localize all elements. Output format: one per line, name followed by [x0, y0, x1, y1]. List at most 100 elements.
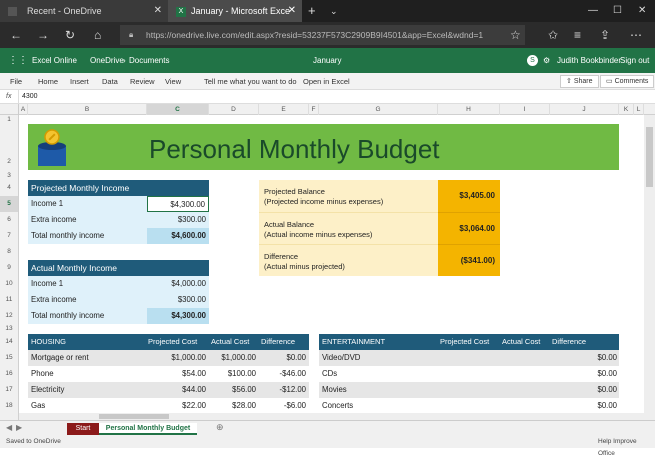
- favorite-star-icon[interactable]: ☆: [510, 27, 521, 43]
- entertainment-row[interactable]: Video/DVD $0.00: [319, 350, 619, 366]
- row-header[interactable]: 3: [0, 171, 18, 180]
- row-header[interactable]: 11: [0, 292, 18, 308]
- projected-balance-value[interactable]: $3,405.00: [438, 180, 500, 212]
- close-tab-icon[interactable]: ✕: [154, 0, 162, 22]
- comments-button[interactable]: ▭ Comments: [600, 75, 655, 88]
- column-header[interactable]: I: [500, 104, 550, 115]
- row-header[interactable]: 7: [0, 228, 18, 244]
- column-header[interactable]: E: [259, 104, 309, 115]
- breadcrumb-documents[interactable]: Documents: [129, 48, 169, 73]
- row-header[interactable]: 18: [0, 398, 18, 414]
- prev-sheet-icon[interactable]: ◀: [6, 423, 12, 432]
- actual-balance-value[interactable]: $3,064.00: [438, 212, 500, 244]
- projected-income-row[interactable]: Income 1 $4,300.00: [28, 196, 209, 212]
- row-header[interactable]: 15: [0, 350, 18, 366]
- column-header[interactable]: A: [19, 104, 28, 115]
- column-header[interactable]: D: [209, 104, 259, 115]
- column-header[interactable]: J: [550, 104, 619, 115]
- column-header[interactable]: B: [28, 104, 147, 115]
- share-browser-icon[interactable]: ⇪: [600, 27, 610, 43]
- app-launcher-icon[interactable]: ⋮⋮: [8, 48, 28, 73]
- back-icon[interactable]: ←: [10, 27, 22, 43]
- row-header[interactable]: 1: [0, 115, 18, 124]
- row-header[interactable]: 10: [0, 276, 18, 292]
- tab-list-chevron-icon[interactable]: ⌄: [330, 0, 338, 22]
- next-sheet-icon[interactable]: ▶: [16, 423, 22, 432]
- entertainment-row[interactable]: CDs $0.00: [319, 366, 619, 382]
- skype-icon[interactable]: S: [527, 55, 538, 66]
- row-value[interactable]: $4,300.00: [147, 196, 209, 212]
- menu-home[interactable]: Home: [38, 73, 58, 90]
- actual-income-row[interactable]: Income 1 $4,000.00: [28, 276, 209, 292]
- tell-me-search[interactable]: Tell me what you want to do: [204, 73, 297, 90]
- column-header[interactable]: H: [438, 104, 500, 115]
- worksheet-grid[interactable]: Personal Monthly Budget Projected Monthl…: [19, 115, 644, 420]
- menu-file[interactable]: File: [10, 73, 22, 90]
- new-tab-icon[interactable]: +: [308, 0, 316, 22]
- more-icon[interactable]: ⋯: [630, 27, 642, 43]
- sign-out-link[interactable]: Sign out: [620, 48, 649, 73]
- open-in-excel-button[interactable]: Open in Excel: [303, 73, 350, 90]
- row-header[interactable]: 13: [0, 324, 18, 334]
- column-header[interactable]: K: [619, 104, 634, 115]
- maximize-icon[interactable]: ☐: [613, 0, 622, 22]
- browser-tab-january[interactable]: X January - Microsoft Exce ✕: [168, 0, 302, 22]
- menu-data[interactable]: Data: [102, 73, 118, 90]
- row-header[interactable]: 14: [0, 334, 18, 350]
- horizontal-scrollbar[interactable]: [19, 413, 644, 420]
- column-header[interactable]: L: [634, 104, 644, 115]
- projected-income-total-row[interactable]: Total monthly income $4,600.00: [28, 228, 209, 244]
- sheet-tab-start[interactable]: Start: [67, 423, 99, 435]
- column-header[interactable]: F: [309, 104, 319, 115]
- entertainment-row[interactable]: Concerts $0.00: [319, 398, 619, 414]
- add-sheet-icon[interactable]: ⊕: [216, 422, 224, 433]
- row-header[interactable]: 4: [0, 180, 18, 196]
- refresh-icon[interactable]: ↻: [65, 27, 75, 43]
- housing-row[interactable]: Phone $54.00 $100.00 -$46.00: [28, 366, 309, 382]
- forward-icon[interactable]: →: [37, 27, 49, 43]
- entertainment-row[interactable]: Movies $0.00: [319, 382, 619, 398]
- row-header[interactable]: 12: [0, 308, 18, 324]
- row-header[interactable]: 2: [0, 153, 18, 171]
- row-header[interactable]: 6: [0, 212, 18, 228]
- row-value: $4,300.00: [147, 308, 209, 324]
- scrollbar-thumb[interactable]: [646, 127, 653, 187]
- menu-review[interactable]: Review: [130, 73, 155, 90]
- settings-icon[interactable]: ⚙: [543, 48, 550, 73]
- address-field[interactable]: 🔒︎ https://onedrive.live.com/edit.aspx?r…: [120, 25, 525, 45]
- housing-row[interactable]: Electricity $44.00 $56.00 -$12.00: [28, 382, 309, 398]
- menu-insert[interactable]: Insert: [70, 73, 89, 90]
- reading-list-icon[interactable]: ≡: [574, 27, 581, 43]
- scrollbar-thumb[interactable]: [99, 414, 169, 419]
- close-tab-icon[interactable]: ✕: [288, 0, 296, 22]
- row-header[interactable]: 17: [0, 382, 18, 398]
- browser-tab-recent[interactable]: Recent - OneDrive ✕: [0, 0, 168, 22]
- document-title[interactable]: January: [313, 48, 341, 73]
- housing-row[interactable]: Mortgage or rent $1,000.00 $1,000.00 $0.…: [28, 350, 309, 366]
- column-header[interactable]: C: [147, 104, 209, 115]
- menu-view[interactable]: View: [165, 73, 181, 90]
- minimize-icon[interactable]: —: [588, 0, 598, 22]
- vertical-scrollbar[interactable]: [644, 115, 655, 420]
- favorites-icon[interactable]: ✩: [548, 27, 558, 43]
- row-header[interactable]: 9: [0, 260, 18, 276]
- app-name[interactable]: Excel Online: [32, 48, 77, 73]
- user-name[interactable]: Judith Bookbinder: [557, 48, 621, 73]
- home-icon[interactable]: ⌂: [94, 27, 101, 43]
- column-header[interactable]: G: [319, 104, 438, 115]
- select-all-corner[interactable]: [0, 104, 19, 115]
- share-button[interactable]: ⇧ Share: [560, 75, 599, 88]
- projected-income-row[interactable]: Extra income $300.00: [28, 212, 209, 228]
- row-header[interactable]: 16: [0, 366, 18, 382]
- actual-income-total-row[interactable]: Total monthly income $4,300.00: [28, 308, 209, 324]
- housing-row[interactable]: Gas $22.00 $28.00 -$6.00: [28, 398, 309, 414]
- difference-value[interactable]: ($341.00): [438, 244, 500, 276]
- window-close-icon[interactable]: ✕: [638, 0, 646, 22]
- formula-input[interactable]: 4300: [18, 90, 638, 104]
- row-header[interactable]: 5: [0, 196, 18, 212]
- help-improve-link[interactable]: Help Improve Office: [598, 436, 655, 460]
- actual-income-row[interactable]: Extra income $300.00: [28, 292, 209, 308]
- breadcrumb-onedrive[interactable]: OneDrive: [90, 48, 124, 73]
- row-header[interactable]: 8: [0, 244, 18, 260]
- sheet-tab-budget[interactable]: Personal Monthly Budget: [99, 423, 197, 435]
